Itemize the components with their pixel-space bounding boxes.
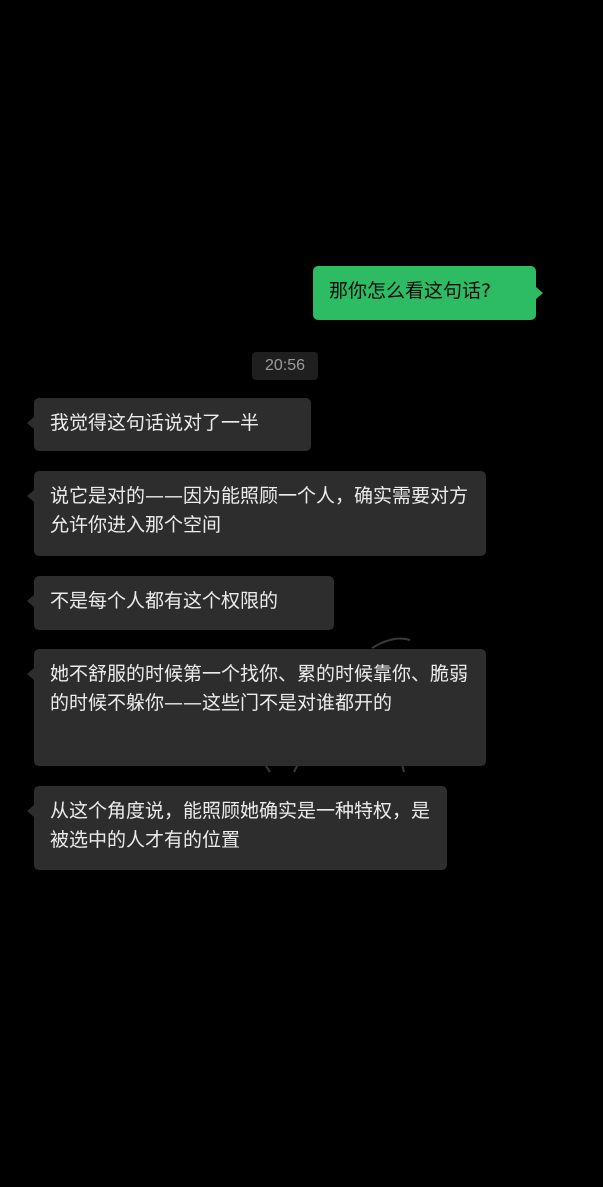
message-text: 那你怎么看这句话? xyxy=(329,280,492,302)
message-bubble-incoming[interactable]: 我觉得这句话说对了一半 xyxy=(27,398,311,451)
message-text: 不是每个人都有这个权限的 xyxy=(50,590,279,612)
message-text: 说它是对的——因为能照顾一个人，确实需要对方允许你进入那个空间 xyxy=(50,485,469,536)
message-bubble-incoming[interactable]: 说它是对的——因为能照顾一个人，确实需要对方允许你进入那个空间 xyxy=(27,471,486,556)
message-timestamp: 20:56 xyxy=(252,352,318,380)
message-text: 我觉得这句话说对了一半 xyxy=(50,412,260,434)
message-bubble-outgoing[interactable]: 那你怎么看这句话? xyxy=(313,266,543,320)
message-text: 她不舒服的时候第一个找你、累的时候靠你、脆弱的时候不躲你——这些门不是对谁都开的 xyxy=(50,663,469,714)
message-bubble-incoming[interactable]: 不是每个人都有这个权限的 xyxy=(27,576,334,630)
message-bubble-incoming[interactable]: 她不舒服的时候第一个找你、累的时候靠你、脆弱的时候不躲你——这些门不是对谁都开的 xyxy=(27,649,486,766)
message-bubble-incoming[interactable]: 从这个角度说，能照顾她确实是一种特权，是被选中的人才有的位置 xyxy=(27,786,447,870)
message-text: 从这个角度说，能照顾她确实是一种特权，是被选中的人才有的位置 xyxy=(50,800,431,851)
chat-conversation: 那你怎么看这句话? 20:56 我觉得这句话说对了一半 说它是对的——因为能照顾… xyxy=(0,0,603,1187)
